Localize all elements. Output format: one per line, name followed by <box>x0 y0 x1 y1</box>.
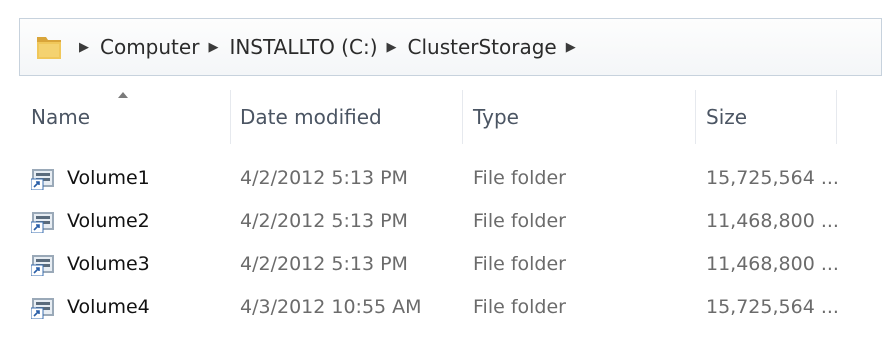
file-list: Volume1 4/2/2012 5:13 PM File folder 15,… <box>0 156 887 328</box>
right-triangle-icon[interactable]: ▶ <box>566 41 576 54</box>
right-triangle-icon[interactable]: ▶ <box>387 41 397 54</box>
window-top-strip <box>0 0 887 14</box>
address-bar[interactable]: ▶ Computer ▶ INSTALLTO (C:) ▶ ClusterSto… <box>19 18 882 76</box>
column-divider[interactable] <box>462 90 463 144</box>
file-name: Volume1 <box>67 166 150 189</box>
column-header-type[interactable]: Type <box>473 84 693 150</box>
column-header-type-label: Type <box>473 105 519 129</box>
size-cell: 15,725,564 ... <box>706 295 839 318</box>
volume-mountpoint-icon <box>30 166 57 190</box>
type-cell: File folder <box>473 166 566 189</box>
column-header-date-modified[interactable]: Date modified <box>240 84 460 150</box>
file-name: Volume3 <box>67 252 150 275</box>
size-cell: 11,468,800 ... <box>706 252 839 275</box>
column-header-name[interactable]: Name <box>31 84 231 150</box>
column-header-size-label: Size <box>706 105 748 129</box>
breadcrumb-computer[interactable]: Computer <box>100 35 199 59</box>
sort-up-arrow-icon <box>118 92 128 98</box>
column-header-date-label: Date modified <box>240 105 382 129</box>
type-cell: File folder <box>473 295 566 318</box>
file-name: Volume2 <box>67 209 150 232</box>
volume-mountpoint-icon <box>30 295 57 319</box>
size-cell: 15,725,564 ... <box>706 166 839 189</box>
file-row[interactable]: Volume1 4/2/2012 5:13 PM File folder 15,… <box>0 156 887 199</box>
column-divider[interactable] <box>836 90 837 144</box>
file-name-cell: Volume1 <box>30 156 150 199</box>
file-row[interactable]: Volume2 4/2/2012 5:13 PM File folder 11,… <box>0 199 887 242</box>
breadcrumb-clusterstorage[interactable]: ClusterStorage <box>408 35 557 59</box>
column-headers: Name Date modified Type Size <box>0 84 887 150</box>
file-name: Volume4 <box>67 295 150 318</box>
right-triangle-icon[interactable]: ▶ <box>79 41 89 54</box>
date-modified-cell: 4/3/2012 10:55 AM <box>240 295 422 318</box>
column-header-size[interactable]: Size <box>706 84 856 150</box>
folder-icon <box>34 31 64 63</box>
file-row[interactable]: Volume4 4/3/2012 10:55 AM File folder 15… <box>0 285 887 328</box>
type-cell: File folder <box>473 209 566 232</box>
file-name-cell: Volume2 <box>30 199 150 242</box>
breadcrumb-installto[interactable]: INSTALLTO (C:) <box>229 35 377 59</box>
column-divider[interactable] <box>230 90 231 144</box>
right-triangle-icon[interactable]: ▶ <box>208 41 218 54</box>
date-modified-cell: 4/2/2012 5:13 PM <box>240 166 408 189</box>
type-cell: File folder <box>473 252 566 275</box>
file-name-cell: Volume4 <box>30 285 150 328</box>
date-modified-cell: 4/2/2012 5:13 PM <box>240 209 408 232</box>
file-row[interactable]: Volume3 4/2/2012 5:13 PM File folder 11,… <box>0 242 887 285</box>
size-cell: 11,468,800 ... <box>706 209 839 232</box>
date-modified-cell: 4/2/2012 5:13 PM <box>240 252 408 275</box>
volume-mountpoint-icon <box>30 209 57 233</box>
volume-mountpoint-icon <box>30 252 57 276</box>
column-header-name-label: Name <box>31 105 91 129</box>
column-divider[interactable] <box>695 90 696 144</box>
file-name-cell: Volume3 <box>30 242 150 285</box>
